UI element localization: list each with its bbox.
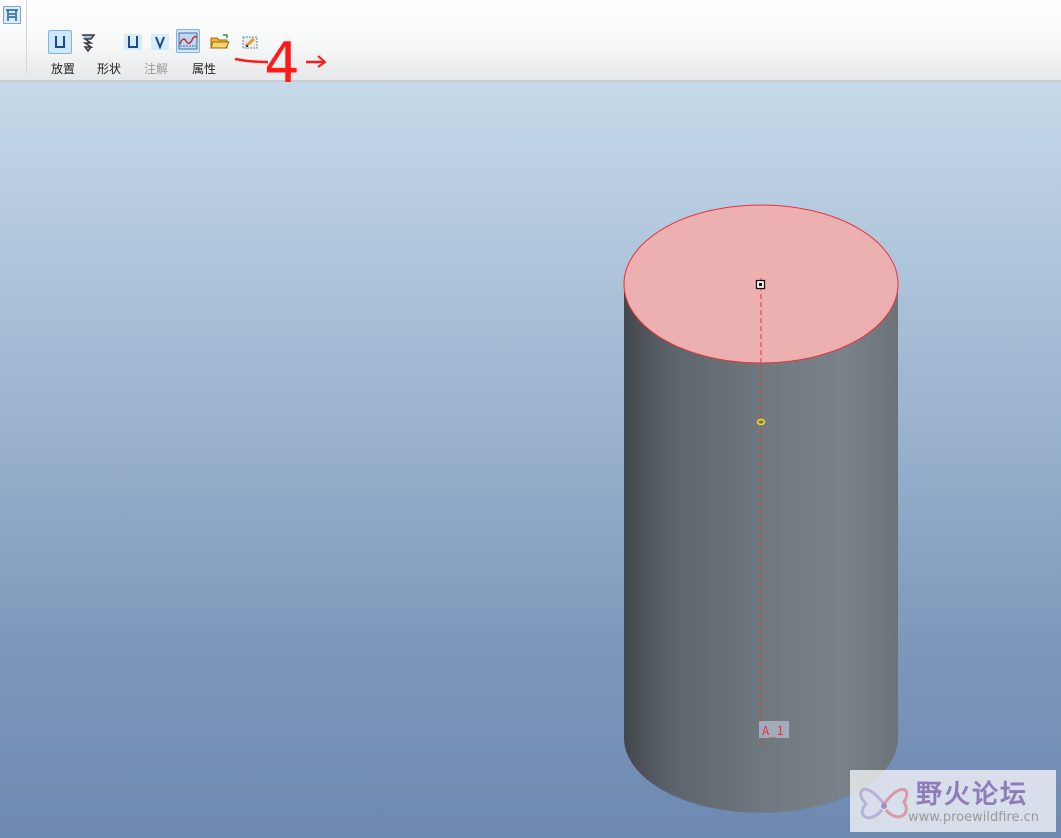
graphics-viewport[interactable]: A_1 [0,82,1061,838]
standard-hole-icon[interactable] [48,30,72,54]
feature-dashboard-toolbar: 放置 形状 注解 属性 4 [0,0,1061,88]
tab-properties[interactable]: 属性 [192,60,216,77]
tab-shape[interactable]: 形状 [97,60,121,77]
handwritten-annotation: 4 [234,31,327,88]
thread-feature-icon[interactable] [3,6,21,24]
axis-label: A_1 [762,724,784,738]
profile-hole-icon[interactable] [176,29,200,53]
butterfly-logo-icon [859,787,909,820]
open-folder-icon[interactable] [208,30,232,54]
simple-hole-icon[interactable] [121,30,145,54]
annotation-number: 4 [264,31,300,88]
tab-placement[interactable]: 放置 [51,60,75,77]
dashboard-left-panel [0,0,27,74]
watermark-url: www.proewildfire.cn [908,810,1039,825]
tab-note[interactable]: 注解 [144,60,168,77]
cylinder-model[interactable]: A_1 [0,82,1061,838]
watermark-title: 野火论坛 [916,780,1029,810]
forum-watermark: 野火论坛 www.proewildfire.cn [850,770,1056,832]
coil-icon[interactable] [76,30,100,54]
sketch-hole-icon[interactable] [148,30,172,54]
